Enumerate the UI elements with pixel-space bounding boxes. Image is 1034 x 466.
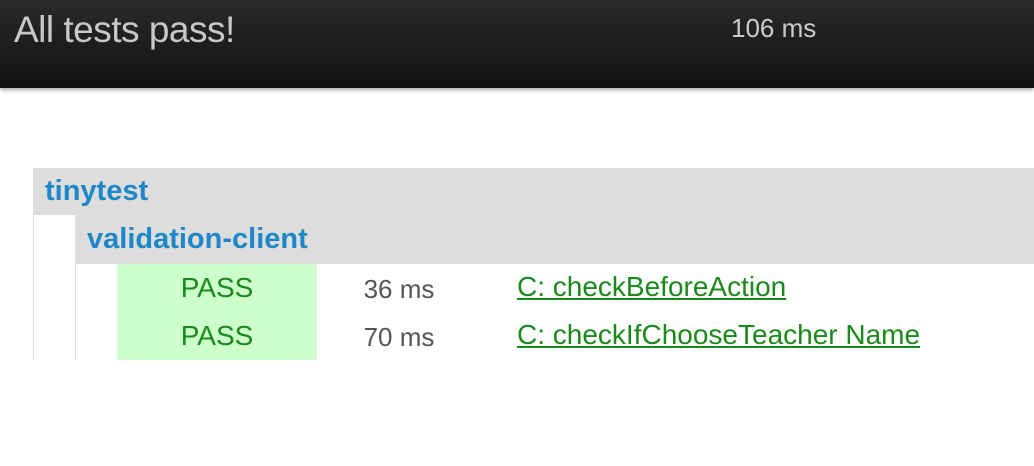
test-name-link[interactable]: C: checkBeforeAction xyxy=(517,264,786,310)
status-badge: PASS xyxy=(117,264,317,312)
test-time: 36 ms xyxy=(363,274,435,304)
results-summary-title: All tests pass! xyxy=(14,9,235,50)
test-name-link[interactable]: C: checkIfChooseTeacher Name xyxy=(517,312,920,358)
test-time: 70 ms xyxy=(363,322,435,352)
group-header: tinytest xyxy=(34,168,1034,215)
subgroup-name: validation-client xyxy=(87,223,308,255)
test-row: PASS 36 ms C: checkBeforeAction xyxy=(117,264,1034,312)
results-header: All tests pass! 106 ms xyxy=(0,0,1034,88)
subgroup-header: validation-client xyxy=(76,215,1034,264)
total-run-time: 106 ms xyxy=(731,13,817,43)
group-name: tinytest xyxy=(45,175,149,207)
status-badge: PASS xyxy=(117,312,317,360)
test-row: PASS 70 ms C: checkIfChooseTeacher Name xyxy=(117,312,1034,360)
test-group-validation-client: validation-client PASS 36 ms C: checkBef… xyxy=(75,215,1034,360)
test-group-tinytest: tinytest validation-client PASS 36 ms C:… xyxy=(33,168,1034,360)
